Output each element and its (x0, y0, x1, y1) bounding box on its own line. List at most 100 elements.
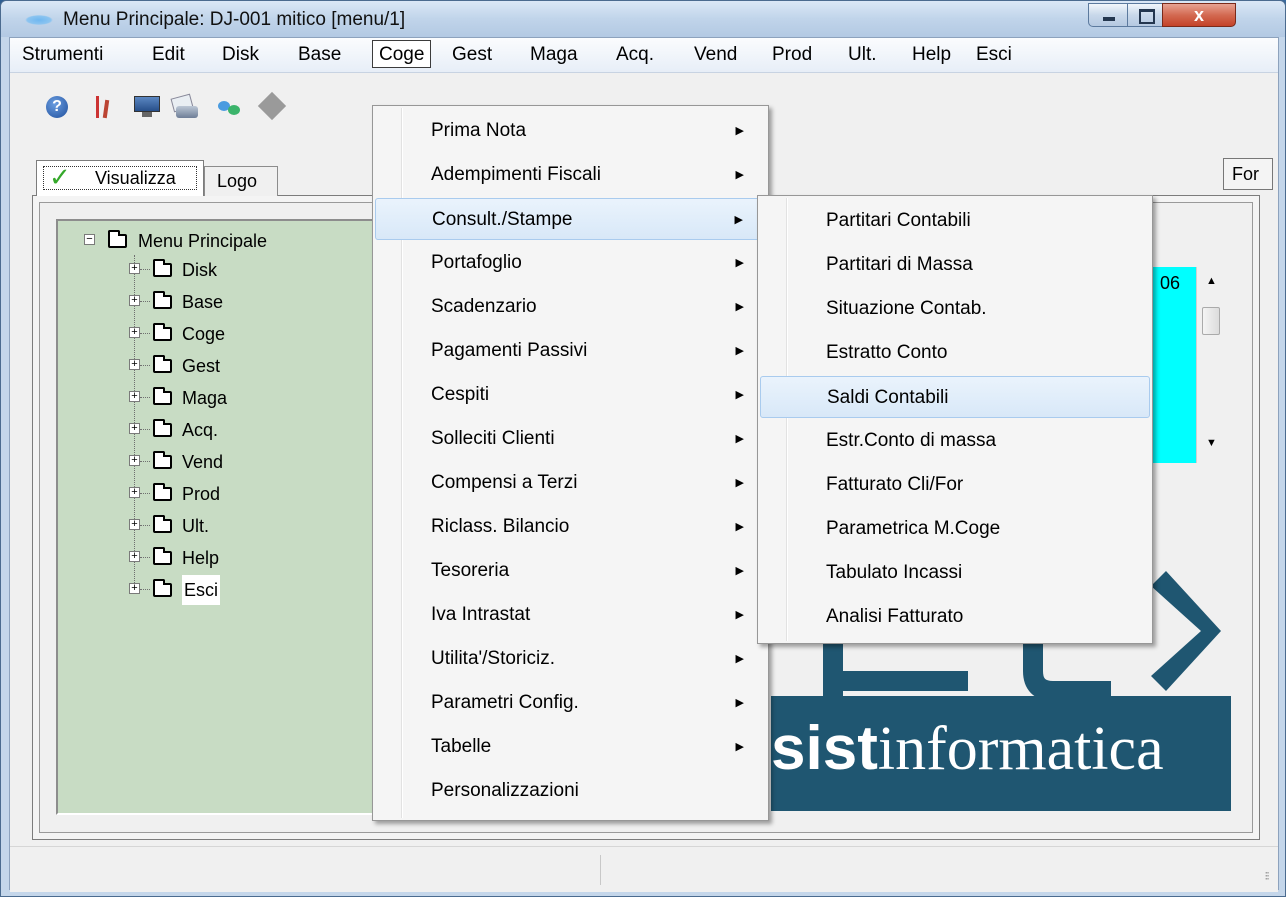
folder-icon (153, 355, 172, 373)
tree-root-label: Menu Principale (138, 231, 268, 251)
submenu-arrow-icon: ▶ (735, 389, 744, 401)
menuitem-solleciti-clienti[interactable]: Solleciti Clienti ▶ (375, 418, 766, 460)
menu-esci[interactable]: Esci (976, 42, 1012, 68)
expand-icon[interactable]: + (129, 327, 140, 338)
tools-icon[interactable] (96, 96, 110, 119)
menuitem-prima-nota[interactable]: Prima Nota ▶ (375, 110, 766, 152)
menuitem-label: Pagamenti Passivi (431, 340, 588, 361)
menuitem-iva-intrastat[interactable]: Iva Intrastat ▶ (375, 594, 766, 636)
for-button[interactable]: For (1223, 158, 1273, 190)
title-bar[interactable]: Menu Principale: DJ-001 mitico [menu/1] … (1, 1, 1285, 37)
menu-maga[interactable]: Maga (530, 42, 578, 68)
tab-logo[interactable]: Logo (204, 166, 278, 196)
menu-acq[interactable]: Acq. (616, 42, 654, 68)
folder-icon (153, 291, 172, 309)
menuitem-analisi-fatturato[interactable]: Analisi Fatturato (760, 596, 1150, 638)
menu-coge[interactable]: Coge (372, 40, 432, 68)
expand-icon[interactable]: + (129, 487, 140, 498)
menu-prod[interactable]: Prod (772, 42, 812, 68)
menu-help[interactable]: Help (912, 42, 951, 68)
menuitem-riclass-bilancio[interactable]: Riclass. Bilancio ▶ (375, 506, 766, 548)
list-scrollbar[interactable]: ▲ ▼ (1196, 267, 1229, 463)
close-icon: x (1193, 5, 1204, 25)
expand-icon[interactable]: + (129, 583, 140, 594)
menuitem-personalizzazioni[interactable]: Personalizzazioni (375, 770, 766, 812)
minimize-button[interactable] (1088, 3, 1128, 27)
menuitem-label: Prima Nota (431, 120, 527, 141)
menuitem-compensi-a-terzi[interactable]: Compensi a Terzi ▶ (375, 462, 766, 504)
submenu-arrow-icon: ▶ (735, 609, 744, 621)
expand-icon[interactable]: + (129, 455, 140, 466)
menu-disk[interactable]: Disk (222, 42, 259, 68)
menuitem-label: Iva Intrastat (431, 604, 531, 625)
menuitem-partitari-contabili[interactable]: Partitari Contabili (760, 200, 1150, 242)
menu-edit[interactable]: Edit (152, 42, 185, 68)
menuitem-parametri-config[interactable]: Parametri Config. ▶ (375, 682, 766, 724)
expand-icon[interactable]: + (129, 263, 140, 274)
tree-branch-line (140, 269, 150, 270)
tree-item-label: Esci (182, 575, 221, 605)
tree-item-label: Help (182, 548, 220, 568)
menuitem-tesoreria[interactable]: Tesoreria ▶ (375, 550, 766, 592)
tree-item-label: Maga (182, 388, 228, 408)
menu-vend[interactable]: Vend (694, 42, 737, 68)
expand-icon[interactable]: + (129, 519, 140, 530)
close-button[interactable]: x (1162, 3, 1236, 27)
maximize-button[interactable] (1127, 3, 1163, 27)
expand-icon[interactable]: + (129, 423, 140, 434)
menuitem-consult-stampe[interactable]: Consult./Stampe ▶ (375, 198, 766, 240)
folder-icon (153, 483, 172, 501)
menuitem-cespiti[interactable]: Cespiti ▶ (375, 374, 766, 416)
resize-grip-icon[interactable]: ⁝⁝ (1264, 869, 1269, 883)
menu-ult[interactable]: Ult. (848, 42, 877, 68)
menu-gest[interactable]: Gest (452, 42, 492, 68)
menuitem-parametrica-m-coge[interactable]: Parametrica M.Coge (760, 508, 1150, 550)
menuitem-utilita-storiciz[interactable]: Utilita'/Storiciz. ▶ (375, 638, 766, 680)
expand-icon[interactable]: + (129, 295, 140, 306)
monitor-icon[interactable] (134, 96, 160, 118)
tree-branch-line (140, 365, 150, 366)
menu-tree[interactable]: − Menu Principale + Disk + Base + Coge + Gest + Mag… (56, 219, 404, 815)
menuitem-scadenzario[interactable]: Scadenzario ▶ (375, 286, 766, 328)
menuitem-situazione-contab[interactable]: Situazione Contab. (760, 288, 1150, 330)
link-icon[interactable] (218, 101, 240, 115)
expand-icon[interactable]: + (129, 359, 140, 370)
expand-icon[interactable]: + (129, 391, 140, 402)
submenu-arrow-icon: ▶ (735, 301, 744, 313)
scroll-up-icon[interactable]: ▲ (1206, 275, 1217, 287)
menuitem-label: Fatturato Cli/For (826, 474, 964, 495)
menuitem-label: Tesoreria (431, 560, 510, 581)
tab-visualizza[interactable]: ✓ Visualizza (36, 160, 204, 196)
folder-icon (153, 387, 172, 405)
tree-branch-line (140, 301, 150, 302)
menuitem-estratto-conto[interactable]: Estratto Conto (760, 332, 1150, 374)
printer-icon[interactable] (170, 93, 198, 120)
menuitem-saldi-contabili[interactable]: Saldi Contabili (760, 376, 1150, 418)
tree-item-label: Ult. (182, 516, 209, 536)
menuitem-portafoglio[interactable]: Portafoglio ▶ (375, 242, 766, 284)
scroll-down-icon[interactable]: ▼ (1206, 437, 1217, 449)
menuitem-estr-conto-di-massa[interactable]: Estr.Conto di massa (760, 420, 1150, 462)
help-icon[interactable]: ? (46, 96, 68, 118)
menuitem-label: Estratto Conto (826, 342, 948, 363)
menuitem-tabulato-incassi[interactable]: Tabulato Incassi (760, 552, 1150, 594)
scroll-thumb[interactable] (1202, 307, 1220, 335)
logo-text-bold: sist (771, 714, 878, 783)
tree-branch-line (140, 333, 150, 334)
menu-base[interactable]: Base (298, 42, 341, 68)
menuitem-label: Tabulato Incassi (826, 562, 963, 583)
tree-item-label: Coge (182, 324, 226, 344)
menuitem-pagamenti-passivi[interactable]: Pagamenti Passivi ▶ (375, 330, 766, 372)
expand-icon[interactable]: + (129, 551, 140, 562)
menuitem-label: Saldi Contabili (827, 387, 949, 408)
menu-bar: Strumenti Edit Disk Base Coge Gest Maga Acq. Ven… (10, 38, 1278, 73)
coge-dropdown-menu: Prima Nota ▶ Adempimenti Fiscali ▶ Consult./… (372, 105, 769, 821)
diamond-icon[interactable] (257, 91, 287, 121)
menuitem-tabelle[interactable]: Tabelle ▶ (375, 726, 766, 768)
menuitem-fatturato-cli-for[interactable]: Fatturato Cli/For (760, 464, 1150, 506)
menuitem-partitari-di-massa[interactable]: Partitari di Massa (760, 244, 1150, 286)
menuitem-label: Analisi Fatturato (826, 606, 964, 627)
menu-strumenti[interactable]: Strumenti (22, 42, 103, 68)
menuitem-adempimenti-fiscali[interactable]: Adempimenti Fiscali ▶ (375, 154, 766, 196)
collapse-icon[interactable]: − (84, 234, 95, 245)
